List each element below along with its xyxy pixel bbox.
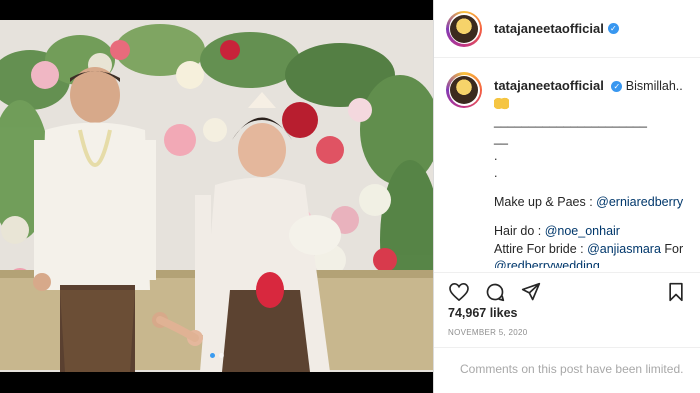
post-sidebar: tatajaneetaofficial ✓ tatajaneetaofficia… bbox=[433, 0, 700, 393]
caption-intro: Bismillah.. bbox=[625, 79, 683, 93]
caption-text-fragment: __ bbox=[494, 131, 508, 146]
caption-text-fragment: ______________________ bbox=[494, 114, 647, 129]
caption-username[interactable]: tatajaneetaofficial bbox=[494, 78, 604, 93]
mention-link[interactable]: @noe_onhair bbox=[545, 224, 620, 238]
caption-text-fragment: . bbox=[494, 148, 498, 163]
mention-link[interactable]: @redberrywedding bbox=[494, 259, 600, 268]
comments-limited-notice: Comments on this post have been limited. bbox=[434, 347, 700, 393]
caption-line: . bbox=[494, 165, 696, 182]
verified-badge-icon: ✓ bbox=[607, 23, 619, 34]
paper-plane-icon[interactable] bbox=[520, 281, 542, 303]
post-media-pane bbox=[0, 0, 433, 393]
comment-icon[interactable] bbox=[484, 281, 506, 303]
caption-text-fragment: Hair do : bbox=[494, 224, 545, 239]
caption-text-fragment: Attire For bride : bbox=[494, 241, 588, 256]
carousel-dot-active bbox=[209, 353, 215, 358]
likes-count[interactable]: 74,967 likes bbox=[448, 306, 518, 320]
caption-avatar-image bbox=[450, 76, 478, 104]
caption-text-fragment: For bbox=[660, 241, 684, 256]
avatar[interactable] bbox=[446, 10, 482, 47]
verified-badge-icon: ✓ bbox=[611, 81, 623, 93]
caption-text: ______________________ __.. Make up & Paes… bbox=[446, 113, 696, 268]
action-bar bbox=[434, 272, 700, 304]
caption-line: Hair do : @noe_onhair bbox=[494, 223, 696, 240]
caption-row: tatajaneetaofficial ✓ Bismillah.. bbox=[446, 72, 696, 111]
caption-line: Make up & Paes : @erniaredberry bbox=[494, 194, 696, 211]
post-date[interactable]: NOVEMBER 5, 2020 bbox=[448, 328, 528, 337]
carousel-dots bbox=[0, 353, 433, 358]
post-photo[interactable] bbox=[0, 20, 433, 372]
caption-text-fragment: Make up & Paes : bbox=[494, 195, 597, 210]
caption-avatar-inner bbox=[448, 74, 480, 106]
mention-link[interactable]: @erniaredberry bbox=[596, 195, 683, 209]
header-username[interactable]: tatajaneetaofficial bbox=[494, 21, 604, 36]
avatar-inner bbox=[448, 13, 480, 44]
caption-line: @redberrywedding bbox=[494, 258, 696, 268]
caption-line: Attire For bride : @anjiasmara For bbox=[494, 241, 696, 258]
caption-area: tatajaneetaofficial ✓ Bismillah.. ______… bbox=[446, 72, 696, 268]
caption-line: ______________________ bbox=[494, 113, 696, 130]
caption-first-line: tatajaneetaofficial ✓ Bismillah.. bbox=[494, 72, 696, 111]
avatar-image bbox=[450, 14, 478, 43]
praying-hands-icon bbox=[494, 97, 509, 111]
caption-avatar[interactable] bbox=[446, 72, 482, 108]
caption-line bbox=[494, 211, 696, 223]
caption-text-fragment: . bbox=[494, 165, 498, 180]
carousel-dot bbox=[218, 353, 224, 358]
bookmark-icon[interactable] bbox=[665, 281, 687, 303]
wedding-photo-illustration bbox=[0, 20, 433, 372]
mention-link[interactable]: @anjiasmara bbox=[587, 242, 661, 256]
caption-line: . bbox=[494, 148, 696, 165]
post-header: tatajaneetaofficial ✓ bbox=[434, 0, 700, 58]
heart-icon[interactable] bbox=[448, 281, 470, 303]
caption-line bbox=[494, 182, 696, 194]
caption-line: __ bbox=[494, 130, 696, 147]
